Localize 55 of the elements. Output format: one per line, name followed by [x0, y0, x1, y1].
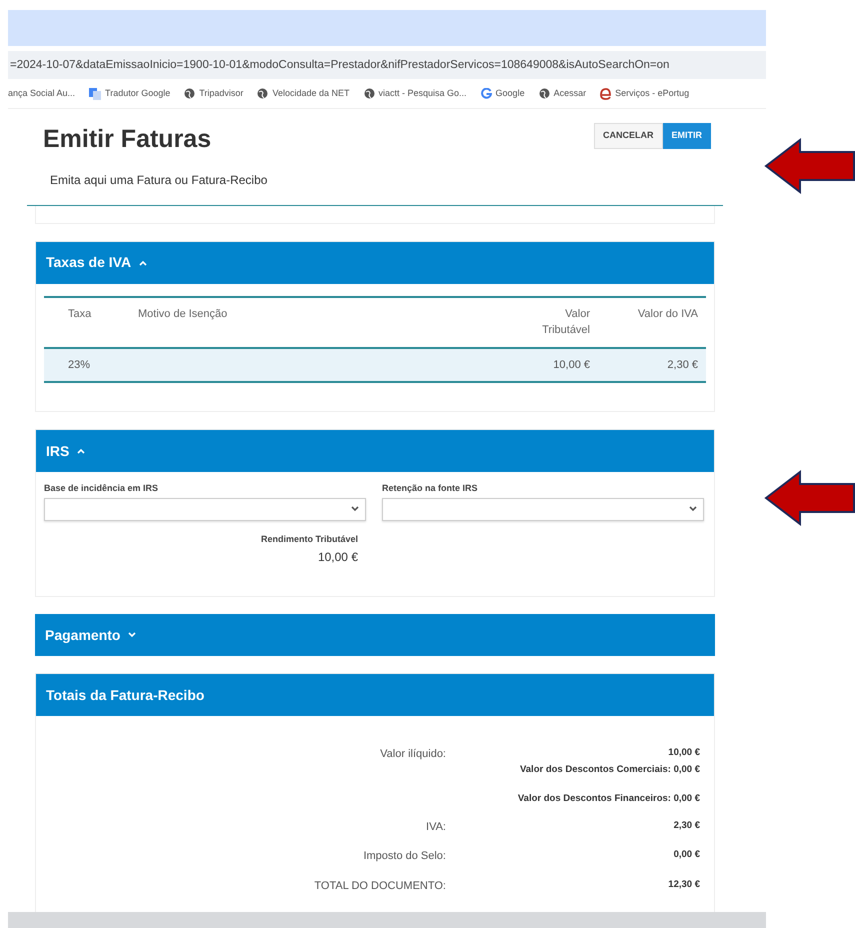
table-cell-text: 10,00 €: [552, 358, 591, 372]
globe-icon: [184, 88, 196, 99]
globe-icon: [257, 88, 268, 99]
table-cell-text: 23%: [67, 358, 92, 372]
section-header[interactable]: Taxas de IVA: [36, 242, 714, 284]
total-label: Valor ilíquido:: [379, 747, 446, 762]
field-label: Base de incidência em IRS: [44, 482, 160, 495]
translate-icon: [89, 88, 102, 100]
column-header: Motivo de Isenção: [137, 306, 228, 322]
total-label: Imposto do Selo:: [362, 849, 446, 864]
chevron-down-icon: [689, 506, 697, 512]
page-subtitle: Emita aqui uma Fatura ou Fatura-Recibo: [50, 172, 268, 188]
section-title: Totais da Fatura-Recibo: [46, 686, 204, 704]
bookmark-link[interactable]: Tradutor Google: [105, 86, 170, 100]
bookmark-link[interactable]: viactt - Pesquisa Go...: [378, 86, 467, 100]
chevron-down-icon: [351, 506, 359, 512]
section-title: Pagamento: [45, 626, 120, 645]
section-title: Taxas de IVA: [46, 253, 132, 272]
bookmark-link[interactable]: Serviços - ePortug: [615, 86, 690, 100]
total-value: 0,00 €: [672, 848, 700, 862]
page-title: Emitir Faturas: [43, 124, 212, 155]
globe-icon: [538, 88, 550, 99]
total-label: TOTAL DO DOCUMENTO:: [313, 878, 446, 894]
total-value: 2,30 €: [672, 818, 700, 833]
column-header: Valor do IVA: [636, 306, 699, 322]
bookmark-link[interactable]: Velocidade da NET: [272, 86, 350, 100]
section-header[interactable]: Pagamento: [35, 614, 715, 656]
total-label: IVA:: [425, 820, 446, 835]
bookmark-link[interactable]: Google: [496, 86, 525, 100]
section-title: IRS: [46, 442, 70, 460]
select-field[interactable]: [382, 498, 704, 520]
discount-note: Valor dos Descontos Comerciais: 0,00 €: [518, 763, 700, 778]
arrow-icon: [764, 470, 855, 526]
total-value: 10,00 €: [667, 746, 700, 760]
income-value: 10,00 €: [316, 549, 358, 566]
total-value: 12,30 €: [667, 878, 700, 892]
table-cell-text: 2,30 €: [666, 358, 699, 372]
select-field[interactable]: [44, 498, 366, 520]
globe-icon: [364, 88, 374, 99]
g-logo-icon: [480, 88, 492, 99]
action-button[interactable]: EMITIR: [662, 123, 711, 148]
bookmark-link[interactable]: Acessar: [554, 86, 586, 100]
bookmark-link[interactable]: ança Social Au...: [8, 86, 76, 100]
field-label: Retenção na fonte IRS: [382, 482, 479, 495]
section-header[interactable]: Totais da Fatura-Recibo: [36, 674, 714, 716]
column-header: Taxa: [67, 306, 92, 322]
bookmark-link[interactable]: Tripadvisor: [199, 86, 244, 100]
action-button[interactable]: CANCELAR: [594, 123, 662, 148]
e-logo-icon: [600, 88, 612, 100]
arrow-icon: [764, 138, 855, 194]
income-label: Rendimento Tributável: [260, 532, 358, 546]
section-header[interactable]: IRS: [36, 430, 714, 472]
discount-note: Valor dos Descontos Financeiros: 0,00 €: [516, 792, 700, 806]
address-bar[interactable]: =2024-10-07&dataEmissaoInicio=1900-10-01&modoConsulta=Prestador&nifPrestadorServicos=108649008&isAutoSearchOn=on: [8, 51, 766, 79]
column-header: Valor Tributável: [541, 306, 591, 338]
